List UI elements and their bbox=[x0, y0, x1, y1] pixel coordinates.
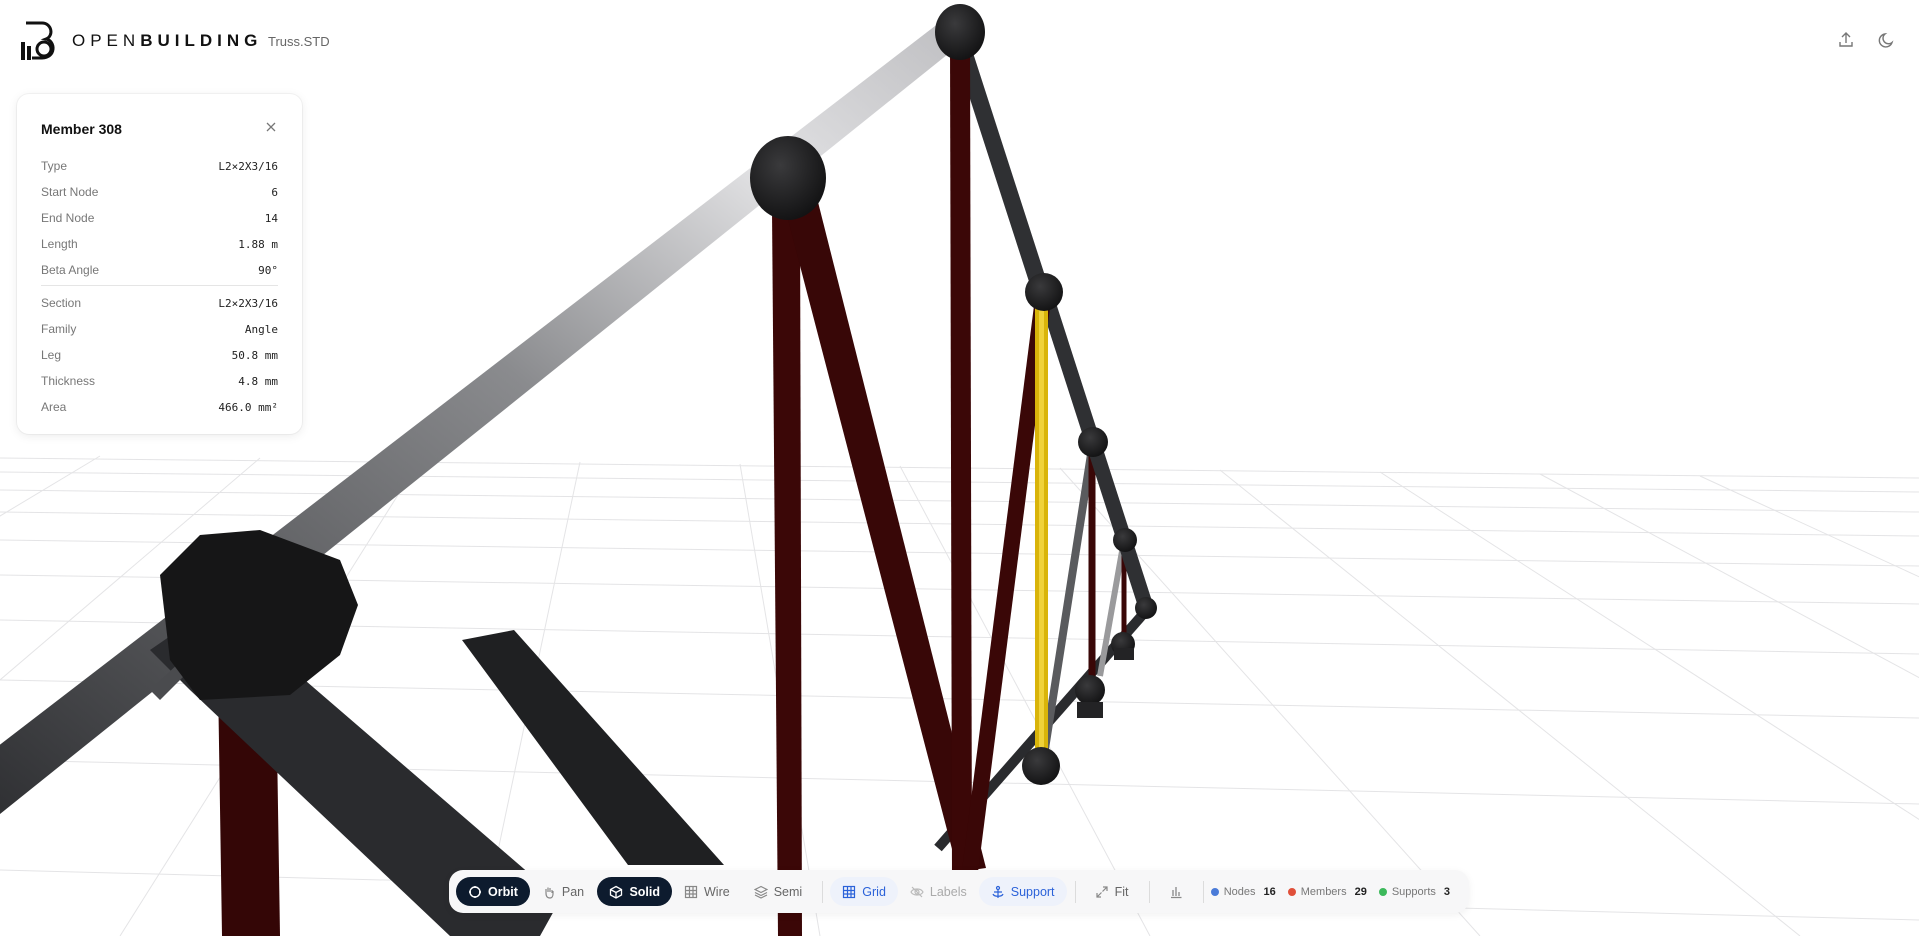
app-header: OPEN BUILDING Truss.STD bbox=[0, 0, 1919, 80]
supports-label: Supports bbox=[1391, 885, 1436, 898]
section-row: Area 466.0 mm² bbox=[41, 394, 278, 420]
solid-button[interactable]: Solid bbox=[597, 877, 672, 906]
members-count: 29 bbox=[1354, 885, 1367, 898]
members-label: Members bbox=[1300, 885, 1347, 898]
members-stat: Members 29 bbox=[1287, 885, 1367, 898]
orbit-icon bbox=[469, 885, 481, 898]
property-value: 90° bbox=[258, 263, 278, 277]
grid-wire-icon bbox=[684, 885, 698, 898]
property-key: Beta Angle bbox=[41, 263, 100, 277]
property-row: Beta Angle 90° bbox=[41, 257, 278, 283]
nodes-dot bbox=[1210, 887, 1219, 896]
view-toolbar: Orbit Pan Solid Wire Semi Grid Labels Su… bbox=[449, 870, 1469, 913]
orbit-button[interactable]: Orbit bbox=[456, 877, 530, 906]
supports-dot bbox=[1378, 887, 1387, 896]
cube-icon bbox=[610, 885, 623, 899]
section-value: 466.0 mm² bbox=[218, 400, 278, 414]
logo-mark-icon bbox=[21, 21, 55, 60]
property-key: Type bbox=[41, 159, 68, 173]
pan-button[interactable]: Pan bbox=[530, 877, 596, 906]
expand-icon bbox=[1096, 885, 1108, 898]
property-row: End Node 14 bbox=[41, 205, 278, 231]
grid-icon bbox=[843, 885, 856, 898]
logo-building-text: BUILDING bbox=[140, 31, 263, 50]
section-key: Leg bbox=[41, 348, 62, 362]
logo[interactable]: OPEN BUILDING bbox=[20, 20, 262, 62]
bar-chart-icon bbox=[1170, 886, 1182, 898]
grid-label: Grid bbox=[862, 884, 886, 899]
nodes-count: 16 bbox=[1263, 885, 1276, 898]
grid-toggle[interactable]: Grid bbox=[830, 877, 898, 906]
section-value: 4.8 mm bbox=[238, 374, 278, 388]
property-value: L2×2X3/16 bbox=[218, 159, 278, 173]
pan-label: Pan bbox=[561, 884, 585, 899]
layers-icon bbox=[753, 885, 768, 899]
section-key: Family bbox=[41, 322, 77, 336]
labels-label: Labels bbox=[929, 884, 967, 899]
section-value: 50.8 mm bbox=[231, 348, 278, 362]
supports-stat: Supports 3 bbox=[1378, 885, 1450, 898]
section-key: Area bbox=[41, 400, 67, 414]
property-key: End Node bbox=[41, 211, 95, 225]
section-key: Thickness bbox=[41, 374, 96, 388]
fit-button[interactable]: Fit bbox=[1083, 877, 1141, 906]
section-row: Family Angle bbox=[41, 316, 278, 342]
section-row: Section L2×2X3/16 bbox=[41, 290, 278, 316]
support-label: Support bbox=[1010, 884, 1055, 899]
orbit-label: Orbit bbox=[488, 884, 518, 899]
upload-icon[interactable] bbox=[1836, 30, 1856, 50]
supports-count: 3 bbox=[1443, 885, 1450, 898]
stats-button[interactable] bbox=[1157, 877, 1195, 906]
semi-label: Semi bbox=[773, 884, 803, 899]
property-value: 6 bbox=[271, 185, 278, 199]
section-value: L2×2X3/16 bbox=[218, 296, 278, 310]
section-row: Thickness 4.8 mm bbox=[41, 368, 278, 394]
anchor-icon bbox=[992, 885, 1004, 898]
semi-button[interactable]: Semi bbox=[742, 877, 814, 906]
close-icon[interactable] bbox=[264, 120, 278, 134]
section-value: Angle bbox=[244, 322, 278, 336]
solid-label: Solid bbox=[629, 884, 660, 899]
labels-toggle[interactable]: Labels bbox=[898, 877, 979, 906]
nodes-stat: Nodes 16 bbox=[1210, 885, 1276, 898]
logo-open-text: OPEN bbox=[72, 31, 141, 50]
fit-label: Fit bbox=[1114, 884, 1129, 899]
eye-off-icon bbox=[910, 886, 924, 897]
nodes-label: Nodes bbox=[1223, 885, 1256, 898]
panel-title: Member 308 bbox=[41, 121, 122, 137]
hand-icon bbox=[545, 887, 554, 899]
property-key: Start Node bbox=[41, 185, 99, 199]
property-value: 1.88 m bbox=[238, 237, 278, 251]
property-row: Start Node 6 bbox=[41, 179, 278, 205]
property-row: Type L2×2X3/16 bbox=[41, 153, 278, 179]
wire-label: Wire bbox=[704, 884, 730, 899]
property-key: Length bbox=[41, 237, 78, 251]
section-row: Leg 50.8 mm bbox=[41, 342, 278, 368]
members-dot bbox=[1287, 887, 1296, 896]
file-name: Truss.STD bbox=[268, 34, 330, 49]
wire-button[interactable]: Wire bbox=[672, 877, 742, 906]
divider bbox=[41, 285, 278, 286]
section-key: Section bbox=[41, 296, 82, 310]
member-info-panel: Member 308 Type L2×2X3/16 Start Node 6 End… bbox=[17, 94, 302, 434]
moon-icon[interactable] bbox=[1877, 30, 1897, 50]
property-row: Length 1.88 m bbox=[41, 231, 278, 257]
property-value: 14 bbox=[264, 211, 278, 225]
support-toggle[interactable]: Support bbox=[978, 877, 1067, 906]
property-rows: Type L2×2X3/16 Start Node 6 End Node 14 Len… bbox=[41, 153, 278, 420]
